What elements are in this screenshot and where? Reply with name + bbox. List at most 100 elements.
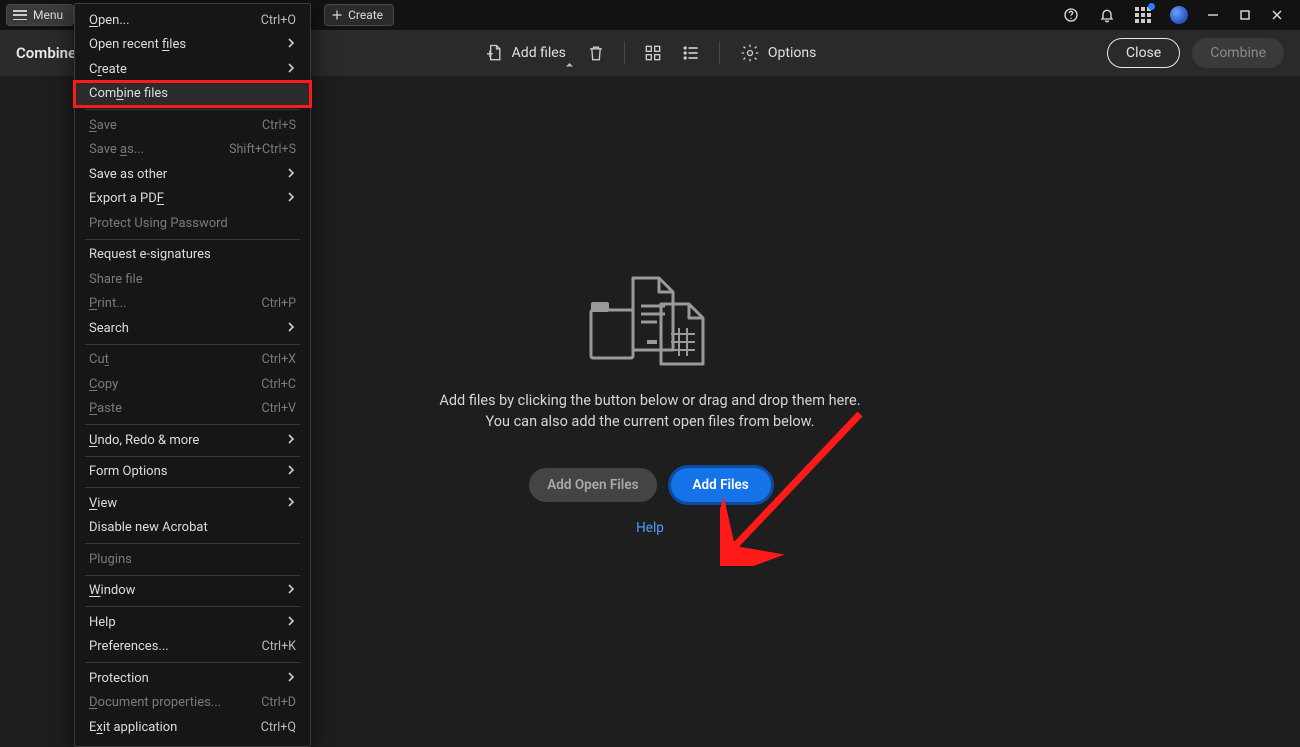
menu-item-shortcut: Ctrl+D xyxy=(261,695,296,710)
menu-item-form-options[interactable]: Form Options xyxy=(75,460,310,485)
menu-item-label: Paste xyxy=(89,401,122,416)
help-icon[interactable] xyxy=(1062,6,1080,24)
apps-grid-icon[interactable] xyxy=(1134,6,1152,24)
menu-separator xyxy=(85,424,300,425)
empty-state-message: Add files by clicking the button below o… xyxy=(439,390,860,432)
menu-item-label: Window xyxy=(89,583,135,598)
menu-item-paste: Paste Ctrl+V xyxy=(75,397,310,422)
chevron-right-icon xyxy=(286,433,296,448)
menu-item-cut: Cut Ctrl+X xyxy=(75,348,310,373)
menu-item-create[interactable]: Create xyxy=(75,57,310,82)
main-menu-dropdown: Open... Ctrl+O Open recent files Create Comb… xyxy=(74,3,311,747)
close-button[interactable]: Close xyxy=(1107,38,1180,68)
menu-item-protect-using-password: Protect Using Password xyxy=(75,211,310,236)
menu-item-label: Exit application xyxy=(89,720,177,735)
menu-item-request-e-signatures[interactable]: Request e-signatures xyxy=(75,243,310,268)
menu-separator xyxy=(85,239,300,240)
menu-item-label: Document properties... xyxy=(89,695,221,710)
menu-item-copy: Copy Ctrl+C xyxy=(75,372,310,397)
menu-item-undo-redo-more[interactable]: Undo, Redo & more xyxy=(75,428,310,453)
menu-item-label: Save as... xyxy=(89,142,144,157)
menu-item-label: Disable new Acrobat xyxy=(89,520,208,535)
grid-view-icon[interactable] xyxy=(643,43,663,63)
window-minimize-button[interactable] xyxy=(1206,8,1220,22)
menu-item-export-a-pdf[interactable]: Export a PDF xyxy=(75,187,310,212)
menu-item-search[interactable]: Search xyxy=(75,316,310,341)
separator xyxy=(719,42,720,64)
window-close-button[interactable] xyxy=(1270,8,1284,22)
menu-item-preferences[interactable]: Preferences...Ctrl+K xyxy=(75,635,310,660)
menu-item-label: Search xyxy=(89,321,129,336)
menu-item-label: Combine files xyxy=(89,86,168,101)
trash-icon[interactable] xyxy=(586,43,606,63)
menu-item-shortcut: Ctrl+O xyxy=(261,13,296,28)
chevron-right-icon xyxy=(286,496,296,511)
account-avatar-icon[interactable] xyxy=(1170,6,1188,24)
menu-separator xyxy=(85,487,300,488)
menu-item-label: Export a PDF xyxy=(89,191,164,206)
menu-item-label: Preferences... xyxy=(89,639,169,654)
menu-item-plugins: Plugins xyxy=(75,547,310,572)
menu-item-shortcut: Shift+Ctrl+S xyxy=(229,142,296,157)
menu-item-shortcut: Ctrl+Q xyxy=(261,720,296,735)
add-open-files-button[interactable]: Add Open Files xyxy=(529,468,656,502)
menu-item-shortcut: Ctrl+X xyxy=(262,352,296,367)
menu-separator xyxy=(85,109,300,110)
menu-item-label: View xyxy=(89,496,117,511)
create-button[interactable]: Create xyxy=(324,4,394,26)
list-view-icon[interactable] xyxy=(681,43,701,63)
add-files-button[interactable]: Add Files xyxy=(671,468,771,502)
hamburger-icon xyxy=(13,10,27,20)
chevron-right-icon xyxy=(286,615,296,630)
chevron-right-icon xyxy=(286,583,296,598)
menu-item-label: Open... xyxy=(89,13,130,28)
menu-item-view[interactable]: View xyxy=(75,491,310,516)
chevron-right-icon xyxy=(286,321,296,336)
menu-item-shortcut: Ctrl+V xyxy=(261,401,296,416)
menu-item-shortcut: Ctrl+P xyxy=(262,296,296,311)
menu-item-label: Share file xyxy=(89,272,143,287)
menu-item-label: Help xyxy=(89,615,116,630)
menu-button[interactable]: Menu xyxy=(6,4,74,26)
menu-item-save-as-other[interactable]: Save as other xyxy=(75,162,310,187)
chevron-right-icon xyxy=(286,37,296,52)
menu-item-combine-files[interactable]: Combine files xyxy=(75,82,310,107)
window-maximize-button[interactable] xyxy=(1238,8,1252,22)
menu-item-label: Protect Using Password xyxy=(89,216,228,231)
menu-item-label: Create xyxy=(89,62,127,77)
menu-item-disable-new-acrobat[interactable]: Disable new Acrobat xyxy=(75,516,310,541)
add-file-icon xyxy=(484,43,504,63)
menu-item-window[interactable]: Window xyxy=(75,579,310,604)
menu-item-open[interactable]: Open... Ctrl+O xyxy=(75,8,310,33)
toolbar-add-files-button[interactable]: Add files xyxy=(482,39,568,67)
menu-item-document-properties: Document properties... Ctrl+D xyxy=(75,691,310,716)
menu-separator xyxy=(85,575,300,576)
menu-separator xyxy=(85,543,300,544)
menu-item-save-as: Save as... Shift+Ctrl+S xyxy=(75,138,310,163)
toolbar-options-button[interactable]: Options xyxy=(738,39,818,67)
toolbar-options-label: Options xyxy=(768,45,816,61)
menu-item-label: Cut xyxy=(89,352,109,367)
menu-separator xyxy=(85,456,300,457)
empty-state-line1: Add files by clicking the button below o… xyxy=(439,390,860,411)
notification-bell-icon[interactable] xyxy=(1098,6,1116,24)
menu-item-label: Copy xyxy=(89,377,118,392)
menu-item-help[interactable]: Help xyxy=(75,610,310,635)
menu-item-exit-application[interactable]: Exit application Ctrl+Q xyxy=(75,715,310,740)
combine-button[interactable]: Combine xyxy=(1192,38,1284,68)
menu-item-shortcut: Ctrl+C xyxy=(261,377,296,392)
chevron-right-icon xyxy=(286,167,296,182)
menu-item-save: SaveCtrl+S xyxy=(75,113,310,138)
menu-separator xyxy=(85,662,300,663)
menu-separator xyxy=(85,344,300,345)
help-link[interactable]: Help xyxy=(636,520,664,536)
menu-item-shortcut: Ctrl+S xyxy=(262,118,296,133)
notification-dot xyxy=(1148,3,1155,10)
menu-item-share-file: Share file xyxy=(75,267,310,292)
menu-item-open-recent-files[interactable]: Open recent files xyxy=(75,33,310,58)
chevron-right-icon xyxy=(286,671,296,686)
separator xyxy=(624,42,625,64)
menu-item-print: Print...Ctrl+P xyxy=(75,292,310,317)
menu-item-protection[interactable]: Protection xyxy=(75,666,310,691)
chevron-right-icon xyxy=(286,62,296,77)
